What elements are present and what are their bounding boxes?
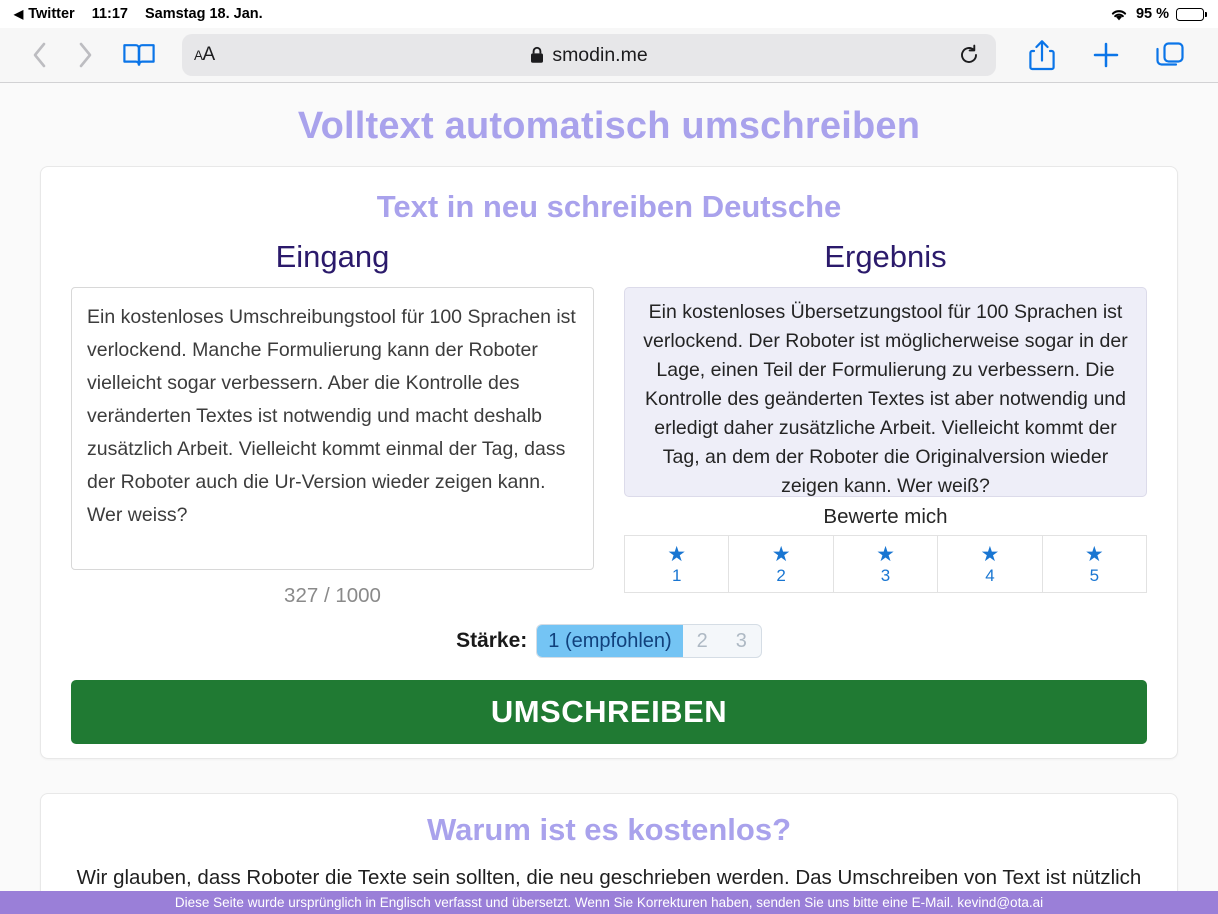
strength-label: Stärke: [456, 629, 528, 652]
rating-label: Bewerte mich [823, 505, 948, 528]
new-tab-button[interactable] [1074, 33, 1138, 77]
strength-segmented-control[interactable]: 1 (empfohlen) 2 3 [536, 624, 762, 658]
translation-notice-banner[interactable]: Diese Seite wurde ursprünglich in Englis… [0, 891, 1218, 914]
rating-option-4[interactable]: ★ 4 [937, 535, 1042, 593]
input-heading: Eingang [275, 239, 390, 274]
rating-value-label: 1 [671, 566, 682, 585]
card-title: Text in neu schreiben Deutsche [376, 189, 842, 224]
info-card-title: Warum ist es kostenlos? [426, 812, 792, 847]
strength-option-2[interactable]: 2 [683, 625, 722, 657]
result-column: Ergebnis Ein kostenloses Übersetzungstoo… [624, 239, 1148, 608]
result-heading: Ergebnis [824, 239, 947, 274]
chevron-left-icon [33, 42, 45, 68]
strength-option-1[interactable]: 1 (empfohlen) [537, 625, 683, 657]
editor-columns: Eingang 327 / 1000 Ergebnis Ein kostenlo… [51, 239, 1167, 608]
back-to-app-label[interactable]: Twitter [28, 6, 74, 22]
rating-option-3[interactable]: ★ 3 [832, 535, 938, 593]
rating-option-1[interactable]: ★ 1 [624, 535, 729, 593]
star-icon: ★ [980, 543, 1000, 566]
back-button[interactable] [16, 35, 62, 75]
show-tabs-button[interactable] [1138, 33, 1202, 77]
share-button[interactable] [1010, 33, 1074, 77]
status-bar-left: ◀ Twitter 11:17 Samstag 18. Jan. [14, 6, 263, 22]
reload-icon [961, 44, 977, 63]
page-title: Volltext automatisch umschreiben [297, 105, 921, 147]
address-bar-content: smodin.me [182, 44, 996, 67]
source-text-input[interactable] [71, 287, 594, 570]
status-bar-date: Samstag 18. Jan. [144, 6, 263, 22]
url-text: smodin.me [552, 43, 648, 66]
lock-icon [530, 46, 544, 64]
rating-option-2[interactable]: ★ 2 [728, 535, 833, 593]
ios-status-bar: ◀ Twitter 11:17 Samstag 18. Jan. 95 % [0, 0, 1218, 28]
battery-percent-label: 95 % [1135, 6, 1169, 22]
star-icon: ★ [667, 543, 687, 566]
share-icon [1029, 40, 1055, 71]
back-to-app-arrow-icon[interactable]: ◀ [14, 8, 23, 20]
star-icon: ★ [1084, 543, 1104, 566]
chevron-right-icon [79, 42, 91, 68]
result-text: Ein kostenloses Übersetzungstool für 100… [624, 287, 1147, 497]
input-column: Eingang 327 / 1000 [71, 239, 594, 608]
forward-button[interactable] [62, 35, 108, 75]
character-counter: 327 / 1000 [284, 584, 381, 607]
battery-icon [1176, 7, 1207, 21]
rewriter-card: Text in neu schreiben Deutsche Eingang 3… [40, 166, 1178, 759]
strength-row: Stärke: 1 (empfohlen) 2 3 [51, 608, 1167, 662]
reload-button[interactable] [946, 36, 992, 74]
bookmarks-button[interactable] [108, 35, 170, 75]
address-bar[interactable]: AA smodin.me [182, 34, 996, 76]
rating-value-label: 3 [880, 566, 891, 585]
rating-stars: ★ 1 ★ 2 ★ 3 ★ 4 ★ 5 [624, 535, 1148, 593]
rewrite-submit-button[interactable]: UMSCHREIBEN [71, 680, 1147, 744]
web-page-content: Volltext automatisch umschreiben Text in… [0, 83, 1218, 914]
status-bar-time: 11:17 [91, 6, 128, 22]
rating-value-label: 2 [776, 566, 786, 585]
status-bar-right: 95 % [1109, 6, 1207, 22]
tabs-icon [1156, 42, 1184, 66]
browser-toolbar: AA smodin.me [0, 28, 1218, 83]
wifi-icon [1109, 7, 1129, 22]
book-icon [123, 44, 155, 66]
rating-option-5[interactable]: ★ 5 [1041, 535, 1148, 593]
rating-value-label: 5 [1089, 566, 1100, 585]
translation-notice-text: Diese Seite wurde ursprünglich in Englis… [174, 895, 1044, 910]
rating-value-label: 4 [985, 566, 995, 585]
star-icon: ★ [876, 543, 895, 566]
strength-option-3[interactable]: 3 [722, 625, 761, 657]
plus-icon [1093, 42, 1119, 68]
star-icon: ★ [771, 543, 791, 566]
